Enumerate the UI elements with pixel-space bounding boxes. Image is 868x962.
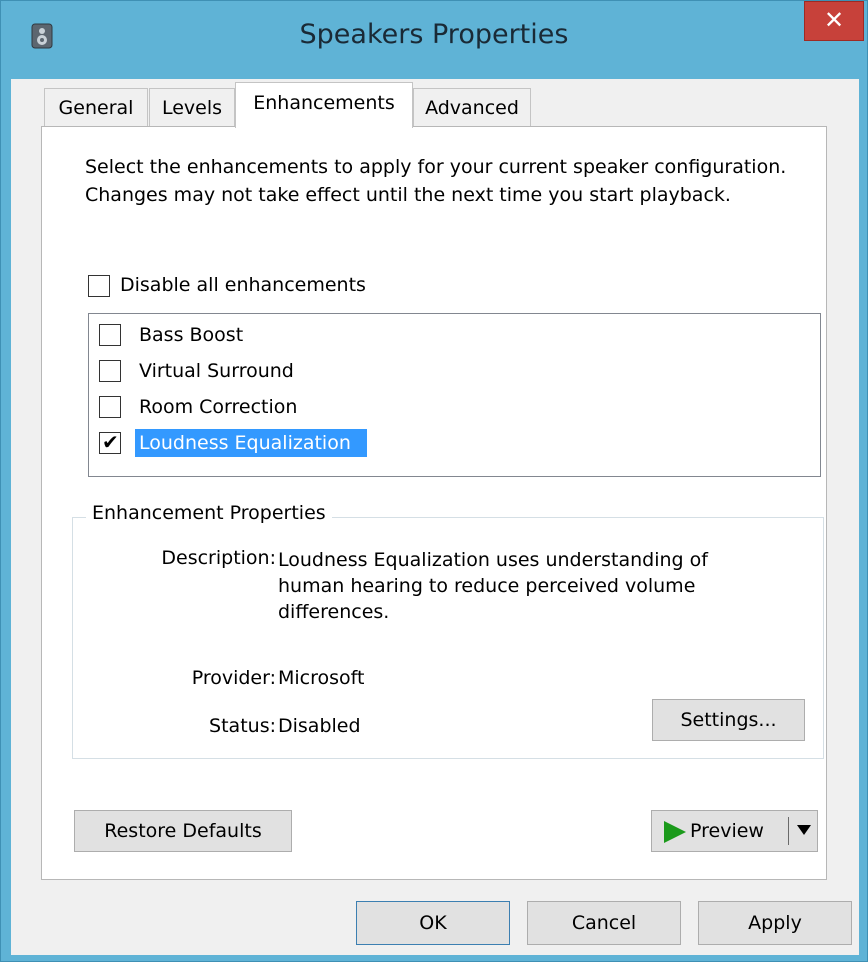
enhancement-properties-title: Enhancement Properties bbox=[86, 502, 332, 524]
description-label: Description: bbox=[161, 547, 276, 569]
bass-boost-label: Bass Boost bbox=[139, 324, 244, 346]
description-value: Loudness Equalization uses understanding… bbox=[278, 549, 708, 623]
enhancements-list[interactable]: Bass Boost Virtual Surround Room Correct… bbox=[88, 313, 821, 477]
provider-value: Microsoft bbox=[278, 667, 365, 689]
dialog-client-area: General Levels Enhancements Advanced Sel… bbox=[11, 79, 859, 955]
loudness-equalization-label: Loudness Equalization bbox=[135, 429, 367, 457]
chevron-down-icon[interactable] bbox=[797, 825, 811, 835]
preview-split-button[interactable]: Preview bbox=[651, 810, 818, 852]
disable-all-label[interactable]: Disable all enhancements bbox=[120, 274, 366, 296]
close-icon: ✕ bbox=[823, 6, 845, 34]
bass-boost-checkbox[interactable] bbox=[99, 324, 121, 346]
tab-general[interactable]: General bbox=[44, 88, 148, 126]
status-value: Disabled bbox=[278, 715, 361, 737]
tab-advanced[interactable]: Advanced bbox=[413, 88, 531, 126]
enhancements-tab-panel: Select the enhancements to apply for you… bbox=[41, 126, 827, 880]
status-label: Status: bbox=[209, 715, 276, 737]
play-icon bbox=[664, 820, 686, 843]
virtual-surround-label: Virtual Surround bbox=[139, 360, 294, 382]
virtual-surround-checkbox[interactable] bbox=[99, 360, 121, 382]
disable-all-checkbox[interactable] bbox=[88, 275, 110, 297]
apply-button[interactable]: Apply bbox=[698, 901, 852, 945]
split-separator bbox=[788, 817, 789, 845]
checkmark-icon: ✔ bbox=[102, 430, 119, 454]
preview-label: Preview bbox=[690, 820, 764, 842]
window-title: Speakers Properties bbox=[299, 19, 569, 50]
tab-enhancements[interactable]: Enhancements bbox=[235, 82, 413, 128]
cancel-button[interactable]: Cancel bbox=[527, 901, 681, 945]
settings-button[interactable]: Settings... bbox=[652, 699, 805, 741]
close-button[interactable]: ✕ bbox=[804, 1, 864, 41]
title-bar[interactable]: Speakers Properties ✕ bbox=[1, 1, 867, 79]
room-correction-label: Room Correction bbox=[139, 396, 298, 418]
loudness-equalization-checkbox[interactable]: ✔ bbox=[99, 430, 121, 454]
provider-label: Provider: bbox=[191, 667, 276, 689]
ok-button[interactable]: OK bbox=[356, 901, 510, 945]
tab-levels[interactable]: Levels bbox=[149, 88, 235, 126]
enhancements-intro-text: Select the enhancements to apply for you… bbox=[85, 156, 787, 206]
speakers-properties-window: Speakers Properties ✕ General Levels Enh… bbox=[0, 0, 868, 962]
room-correction-checkbox[interactable] bbox=[99, 396, 121, 418]
restore-defaults-button[interactable]: Restore Defaults bbox=[74, 810, 292, 852]
